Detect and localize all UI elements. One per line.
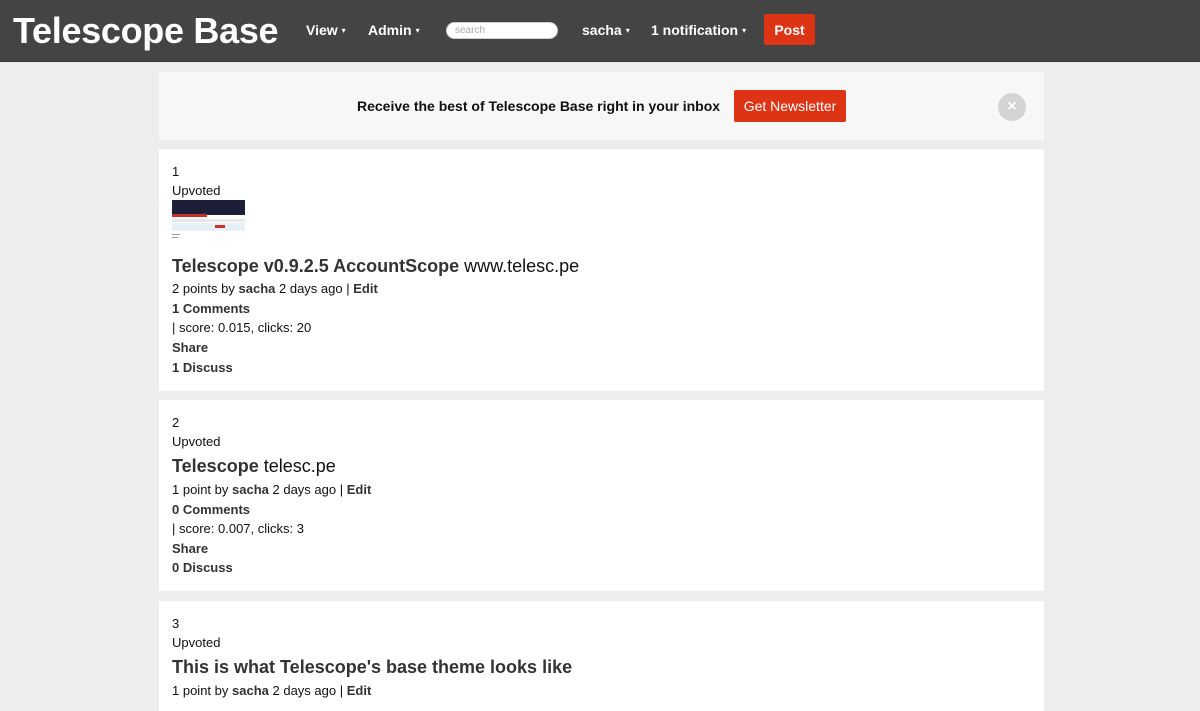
upvote-status[interactable]: Upvoted bbox=[172, 635, 220, 651]
post-meta: 2 points by sacha 2 days ago | Edit bbox=[172, 281, 378, 297]
upvote-status[interactable]: Upvoted bbox=[172, 434, 220, 450]
post-rank: 1 bbox=[172, 164, 180, 179]
user-menu-label: sacha bbox=[582, 22, 622, 38]
discuss-link[interactable]: 0 Discuss bbox=[172, 560, 233, 576]
post-title-link[interactable]: Telescope v0.9.2.5 AccountScope bbox=[172, 256, 459, 276]
post-age: 2 days ago bbox=[272, 482, 337, 497]
post-button[interactable]: Post bbox=[764, 14, 815, 45]
post-meta: 1 point by sacha 2 days ago | Edit bbox=[172, 683, 371, 699]
post-item: 2 Upvoted Telescope telesc.pe 1 point by… bbox=[159, 400, 1044, 591]
post-author-link[interactable]: sacha bbox=[232, 683, 269, 698]
top-navbar: Telescope Base View▾ Admin▾ sacha▾ 1 not… bbox=[0, 0, 1200, 62]
search-input[interactable] bbox=[446, 22, 558, 39]
post-points: 1 point by bbox=[172, 482, 229, 497]
admin-menu-label: Admin bbox=[368, 22, 412, 38]
post-age: 2 days ago bbox=[279, 281, 343, 296]
meta-separator: | bbox=[339, 683, 344, 698]
discuss-link[interactable]: 1 Discuss bbox=[172, 360, 233, 376]
post-stats: | score: 0.015, clicks: 20 bbox=[172, 320, 312, 335]
share-link[interactable]: Share bbox=[172, 340, 208, 356]
post-title: This is what Telescope's base theme look… bbox=[172, 656, 572, 678]
post-author-link[interactable]: sacha bbox=[239, 281, 276, 296]
newsletter-banner: Receive the best of Telescope Base right… bbox=[159, 72, 1044, 140]
edit-link[interactable]: Edit bbox=[347, 482, 372, 497]
post-rank: 2 bbox=[172, 415, 180, 430]
post-points: 1 point by bbox=[172, 683, 229, 698]
chevron-down-icon: ▾ bbox=[742, 26, 747, 35]
post-title: Telescope telesc.pe bbox=[172, 455, 336, 477]
post-item: 3 Upvoted This is what Telescope's base … bbox=[159, 601, 1044, 711]
edit-link[interactable]: Edit bbox=[347, 683, 372, 698]
post-thumbnail[interactable] bbox=[172, 200, 245, 243]
post-meta: 1 point by sacha 2 days ago | Edit bbox=[172, 482, 371, 498]
view-menu[interactable]: View ▾ bbox=[306, 21, 346, 42]
user-menu[interactable]: sacha ▾ bbox=[582, 21, 630, 42]
post-title-link[interactable]: Telescope bbox=[172, 456, 259, 476]
chevron-down-icon: ▾ bbox=[341, 26, 346, 35]
post-author-link[interactable]: sacha bbox=[232, 482, 269, 497]
admin-menu[interactable]: Admin ▾ bbox=[368, 21, 420, 42]
comments-link[interactable]: 1 Comments bbox=[172, 301, 250, 317]
post-item: 1 Upvoted Telescope v0.9.2.5 AccountScop… bbox=[159, 149, 1044, 391]
newsletter-text: Receive the best of Telescope Base right… bbox=[357, 98, 721, 114]
notifications-menu-label: 1 notification bbox=[651, 22, 739, 38]
post-stats: | score: 0.007, clicks: 3 bbox=[172, 521, 304, 536]
edit-link[interactable]: Edit bbox=[353, 281, 378, 296]
post-points: 2 points by bbox=[172, 281, 235, 296]
post-domain[interactable]: telesc.pe bbox=[264, 456, 336, 476]
close-icon[interactable]: × bbox=[998, 93, 1026, 121]
post-domain[interactable]: www.telesc.pe bbox=[464, 256, 579, 276]
chevron-down-icon: ▾ bbox=[415, 26, 420, 35]
chevron-down-icon: ▾ bbox=[625, 26, 630, 35]
meta-separator: | bbox=[346, 281, 350, 296]
share-link[interactable]: Share bbox=[172, 541, 208, 557]
site-logo[interactable]: Telescope Base bbox=[13, 9, 279, 53]
post-title: Telescope v0.9.2.5 AccountScope www.tele… bbox=[172, 255, 579, 277]
comments-link[interactable]: 0 Comments bbox=[172, 502, 250, 518]
post-rank: 3 bbox=[172, 616, 180, 631]
meta-separator: | bbox=[339, 482, 344, 497]
post-age: 2 days ago bbox=[272, 683, 337, 698]
view-menu-label: View bbox=[306, 22, 338, 38]
notifications-menu[interactable]: 1 notification ▾ bbox=[651, 21, 746, 42]
get-newsletter-button[interactable]: Get Newsletter bbox=[734, 90, 846, 122]
post-title-link[interactable]: This is what Telescope's base theme look… bbox=[172, 657, 572, 677]
upvote-status[interactable]: Upvoted bbox=[172, 183, 220, 199]
